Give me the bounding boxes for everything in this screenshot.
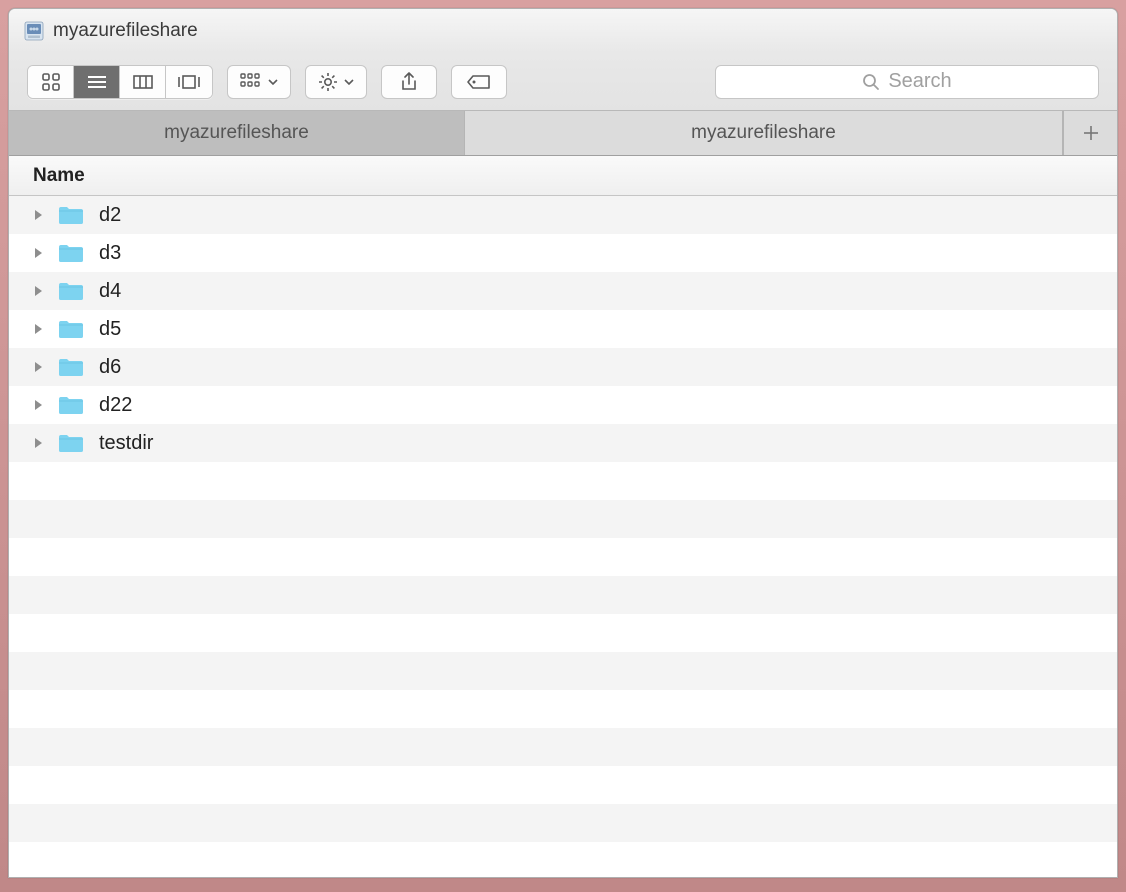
toolbar: Search: [9, 53, 1117, 111]
gallery-view-button[interactable]: [166, 66, 212, 98]
file-name: d3: [99, 242, 121, 265]
empty-row: [9, 462, 1117, 500]
folder-icon: [57, 242, 85, 264]
folder-icon: [57, 204, 85, 226]
file-list[interactable]: d2 d3 d4 d5 d6 d22 testdir: [9, 196, 1117, 877]
finder-window: myazurefileshare: [8, 8, 1118, 878]
folder-icon: [57, 394, 85, 416]
file-name: d22: [99, 394, 132, 417]
view-mode-segmented: [27, 65, 213, 99]
arrange-button[interactable]: [227, 65, 291, 99]
tabs-row: myazurefileshare myazurefileshare: [9, 111, 1117, 156]
disclosure-triangle-icon[interactable]: [33, 399, 47, 411]
list-item[interactable]: d4: [9, 272, 1117, 310]
disclosure-triangle-icon[interactable]: [33, 247, 47, 259]
disclosure-triangle-icon[interactable]: [33, 323, 47, 335]
list-item[interactable]: d2: [9, 196, 1117, 234]
column-name-label: Name: [33, 165, 85, 187]
list-item[interactable]: testdir: [9, 424, 1117, 462]
empty-row: [9, 766, 1117, 804]
network-volume-icon: [23, 20, 45, 42]
search-icon: [862, 73, 880, 91]
disclosure-triangle-icon[interactable]: [33, 437, 47, 449]
list-item[interactable]: d6: [9, 348, 1117, 386]
file-name: d5: [99, 318, 121, 341]
file-name: d2: [99, 204, 121, 227]
list-item[interactable]: d5: [9, 310, 1117, 348]
file-name: d6: [99, 356, 121, 379]
folder-icon: [57, 356, 85, 378]
plus-icon: [1082, 124, 1100, 142]
gear-icon: [318, 72, 338, 92]
share-button[interactable]: [381, 65, 437, 99]
tags-button[interactable]: [451, 65, 507, 99]
empty-row: [9, 804, 1117, 842]
empty-row: [9, 538, 1117, 576]
search-placeholder: Search: [888, 70, 951, 93]
window-title: myazurefileshare: [53, 20, 198, 42]
tag-icon: [467, 74, 491, 90]
tab-label: myazurefileshare: [691, 122, 836, 144]
empty-row: [9, 652, 1117, 690]
file-name: testdir: [99, 432, 153, 455]
disclosure-triangle-icon[interactable]: [33, 209, 47, 221]
add-tab-button[interactable]: [1063, 111, 1117, 155]
empty-row: [9, 728, 1117, 766]
empty-row: [9, 614, 1117, 652]
action-button[interactable]: [305, 65, 367, 99]
disclosure-triangle-icon[interactable]: [33, 285, 47, 297]
icon-view-button[interactable]: [28, 66, 74, 98]
folder-icon: [57, 280, 85, 302]
tab-label: myazurefileshare: [164, 122, 309, 144]
empty-row: [9, 500, 1117, 538]
tab-inactive[interactable]: myazurefileshare: [465, 111, 1063, 155]
tab-active[interactable]: myazurefileshare: [9, 111, 465, 155]
folder-icon: [57, 432, 85, 454]
file-name: d4: [99, 280, 121, 303]
column-header[interactable]: Name: [9, 156, 1117, 196]
column-view-button[interactable]: [120, 66, 166, 98]
disclosure-triangle-icon[interactable]: [33, 361, 47, 373]
search-input[interactable]: Search: [715, 65, 1099, 99]
titlebar[interactable]: myazurefileshare: [9, 9, 1117, 53]
empty-row: [9, 576, 1117, 614]
list-item[interactable]: d3: [9, 234, 1117, 272]
list-item[interactable]: d22: [9, 386, 1117, 424]
folder-icon: [57, 318, 85, 340]
empty-row: [9, 690, 1117, 728]
chevron-down-icon: [344, 79, 354, 85]
list-view-button[interactable]: [74, 66, 120, 98]
chevron-down-icon: [268, 79, 278, 85]
share-icon: [400, 72, 418, 92]
